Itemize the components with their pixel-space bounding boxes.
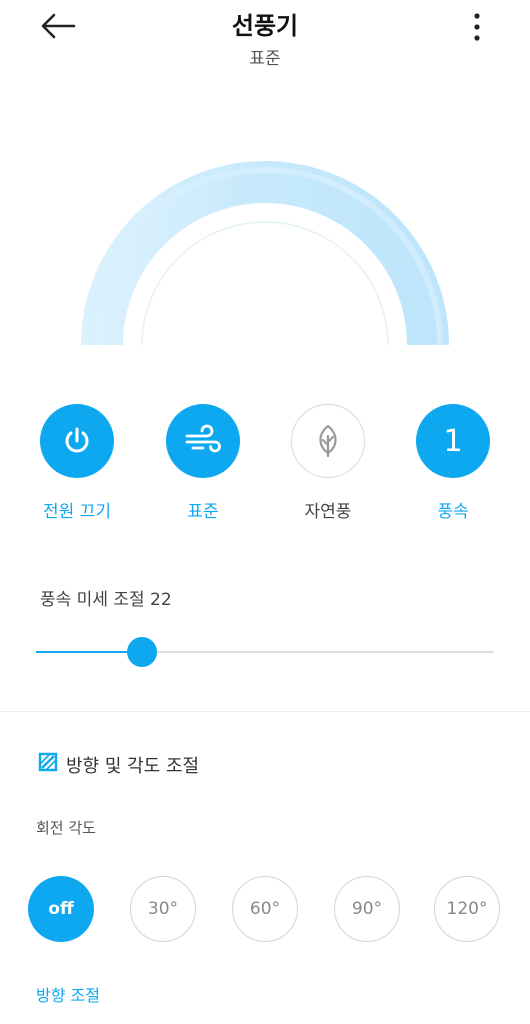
standard-mode-label: 표준 bbox=[187, 502, 219, 522]
power-icon bbox=[65, 427, 89, 453]
section-divider bbox=[0, 711, 530, 712]
natural-mode-label: 자연풍 bbox=[304, 502, 352, 522]
leaf-icon bbox=[319, 424, 337, 458]
wind-icon bbox=[185, 424, 221, 453]
angle-option-60[interactable]: 60° bbox=[232, 876, 298, 942]
natural-mode-button[interactable] bbox=[291, 404, 365, 478]
power-button[interactable] bbox=[40, 404, 114, 478]
more-options-button[interactable] bbox=[462, 8, 492, 46]
speed-value: 1 bbox=[443, 423, 463, 459]
fine-speed-slider-thumb[interactable] bbox=[127, 637, 157, 667]
direction-section-title: 방향 및 각도 조절 bbox=[66, 756, 200, 777]
angle-option-90[interactable]: 90° bbox=[334, 876, 400, 942]
page-title: 선풍기 bbox=[231, 12, 299, 40]
direction-adjust-link[interactable]: 방향 조절 bbox=[36, 982, 100, 1006]
page-subtitle: 표준 bbox=[249, 49, 281, 69]
speed-button[interactable]: 1 bbox=[416, 404, 490, 478]
rotation-angle-label: 회전 각도 bbox=[36, 819, 96, 837]
speed-label: 풍속 bbox=[437, 502, 469, 522]
power-label: 전원 끄기 bbox=[43, 502, 111, 522]
angle-option-120[interactable]: 120° bbox=[434, 876, 500, 942]
fan-arc-visual bbox=[81, 161, 449, 346]
more-vertical-icon bbox=[474, 13, 480, 41]
angle-option-off[interactable]: off bbox=[28, 876, 94, 942]
standard-mode-button[interactable] bbox=[166, 404, 240, 478]
angle-option-30[interactable]: 30° bbox=[130, 876, 196, 942]
fine-speed-label: 풍속 미세 조절 22 bbox=[40, 590, 172, 610]
direction-box-icon bbox=[38, 752, 58, 772]
